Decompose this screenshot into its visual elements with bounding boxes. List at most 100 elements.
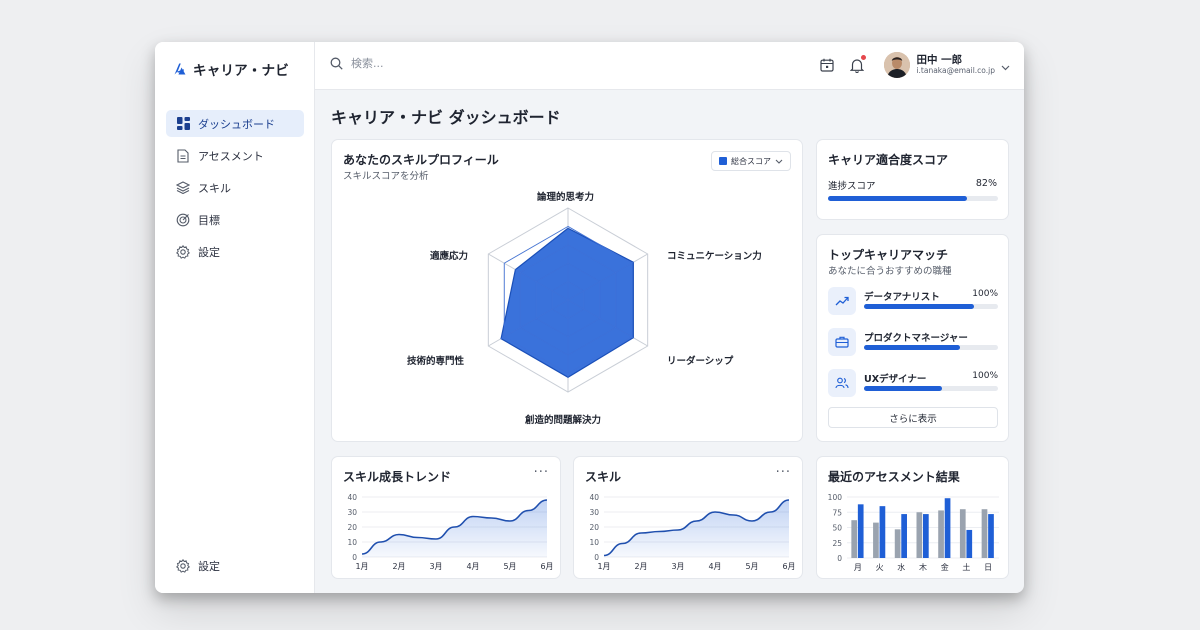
user-info[interactable]: 田中 一郎 i.tanaka@email.co.jp: [916, 55, 995, 75]
search-icon: [329, 56, 343, 70]
sidebar-item-settings-bottom[interactable]: 設定: [166, 552, 304, 579]
brand[interactable]: キャリア・ナビ: [173, 59, 289, 79]
x-tick-label: 土: [962, 562, 970, 572]
y-tick-label: 10: [589, 538, 599, 547]
logo-icon: [173, 62, 187, 76]
card-subtitle: あなたに合うおすすめの職種: [828, 266, 952, 277]
gear-icon: [176, 244, 190, 259]
x-tick-label: 2月: [634, 562, 647, 571]
page-title: キャリア・ナビ ダッシュボード: [331, 108, 561, 127]
x-tick-label: 水: [897, 562, 905, 572]
match-bar: [864, 386, 998, 391]
radar-axis-label: 適應応力: [430, 251, 469, 262]
bar: [944, 498, 951, 558]
radar-axis-label: リーダーシップ: [667, 356, 734, 367]
career-name: UXデザイナー: [864, 374, 927, 385]
x-tick-label: 金: [941, 562, 949, 572]
recent-assessment-card: 最近のアセスメント結果 0 25 50 75 100 月火水木金土日: [816, 456, 1009, 579]
career-match-item[interactable]: UXデザイナー 100%: [828, 369, 998, 399]
y-tick-label: 20: [347, 523, 357, 532]
app-window: キャリア・ナビ ダッシュボード アセスメント スキル 目標 設定 設定 検索..…: [155, 42, 1024, 593]
calendar-icon[interactable]: [818, 56, 836, 74]
x-tick-label: 6月: [782, 562, 795, 571]
radar-axis-label: 創造的問題解決力: [525, 415, 602, 426]
search-input[interactable]: [351, 56, 511, 70]
assessment-bar-chart: 0 25 50 75 100 月 火 水 木 金 土 日: [828, 493, 999, 572]
y-tick-label: 0: [352, 553, 357, 562]
sidebar-item-label: 目標: [198, 213, 220, 227]
y-tick-label: 40: [589, 493, 599, 502]
area-fill: [604, 500, 789, 557]
y-tick-label: 0: [837, 554, 842, 563]
x-tick-label: 木: [919, 562, 927, 572]
sidebar-item-label: ダッシュボード: [198, 117, 275, 131]
search-box[interactable]: [329, 56, 511, 70]
document-icon: [176, 148, 190, 163]
users-icon: [828, 369, 856, 397]
avatar[interactable]: [884, 52, 911, 78]
y-tick-label: 0: [594, 553, 599, 562]
career-match-item[interactable]: プロダクトマネージャー: [828, 328, 998, 358]
user-email: i.tanaka@email.co.jp: [916, 65, 995, 75]
x-tick-label: 月: [854, 563, 862, 572]
match-bar: [864, 304, 998, 309]
match-bar: [864, 345, 998, 350]
radar-axis-label: 論理的思考力: [537, 192, 595, 203]
y-tick-label: 10: [347, 538, 357, 547]
top-match-card: トップキャリアマッチ あなたに合うおすすめの職種 データアナリスト 100% プ…: [816, 234, 1009, 442]
card-title: キャリア適合度スコア: [828, 153, 949, 167]
bar: [938, 510, 944, 558]
sidebar-item-settings[interactable]: 設定: [166, 238, 304, 265]
skill-trend-card: スキル成長トレンド ··· 0 10 20 30 40 1月 2月 3月 4月 5月 6月: [331, 456, 561, 579]
skill-profile-card: あなたのスキルプロフィール スキルスコアを分析 総合スコア 論理的思考力 コミュ…: [331, 139, 803, 442]
sidebar-nav: ダッシュボード アセスメント スキル 目標 設定: [166, 110, 304, 270]
bar: [923, 514, 929, 558]
sidebar-item-dashboard[interactable]: ダッシュボード: [166, 110, 304, 137]
career-match-item[interactable]: データアナリスト 100%: [828, 287, 998, 317]
notification-badge: [860, 54, 868, 61]
bar: [894, 529, 901, 558]
y-tick-label: 75: [832, 508, 842, 517]
x-tick-label: 3月: [429, 562, 442, 571]
x-tick-label: 5月: [503, 562, 516, 571]
sidebar-item-label: 設定: [198, 559, 220, 573]
bar: [966, 529, 973, 558]
topbar-actions: 田中 一郎 i.tanaka@email.co.jp: [818, 52, 1010, 78]
radar-chart: [487, 207, 649, 393]
bar: [916, 512, 923, 558]
match-bar-fill: [864, 345, 961, 350]
chevron-down-icon[interactable]: [1001, 56, 1010, 75]
progress-bar-fill: [828, 196, 968, 201]
sidebar-bottom: 設定: [166, 552, 304, 584]
bar: [879, 506, 886, 558]
x-tick-label: 2月: [392, 562, 405, 571]
trend-up-icon: [828, 287, 856, 315]
bar: [959, 509, 966, 558]
career-match-value: 100%: [972, 289, 998, 299]
bell-icon[interactable]: [848, 54, 868, 74]
x-tick-label: 火: [876, 563, 884, 572]
sidebar-item-label: スキル: [198, 181, 231, 195]
career-match-value: 100%: [972, 371, 998, 381]
sidebar-item-label: 設定: [198, 245, 220, 259]
gear-icon: [176, 558, 190, 573]
x-tick-label: 5月: [745, 562, 758, 571]
progress-label: 進捗スコア: [828, 181, 876, 192]
user-name: 田中 一郎: [916, 54, 963, 67]
y-tick-label: 20: [589, 523, 599, 532]
show-more-button[interactable]: さらに表示: [828, 407, 998, 428]
sidebar-item-goals[interactable]: 目標: [166, 206, 304, 233]
radar-axis-label: 技術的専門性: [407, 356, 465, 367]
card-title: トップキャリアマッチ: [828, 248, 949, 262]
topbar: 田中 一郎 i.tanaka@email.co.jp: [315, 42, 1024, 90]
skill-trend-chart: 0 10 20 30 40 1月 2月 3月 4月 5月 6月: [347, 493, 553, 571]
x-tick-label: 4月: [708, 562, 721, 571]
sidebar-item-skills[interactable]: スキル: [166, 174, 304, 201]
progress-bar: [828, 196, 998, 201]
bar: [901, 514, 907, 558]
career-fit-card: キャリア適合度スコア 進捗スコア 82%: [816, 139, 1009, 220]
skill-chart: 0 10 20 30 40 1月 2月 3月 4月 5月 6月: [589, 493, 795, 571]
y-tick-label: 25: [832, 539, 842, 548]
bar: [981, 509, 988, 558]
sidebar-item-assessment[interactable]: アセスメント: [166, 142, 304, 169]
